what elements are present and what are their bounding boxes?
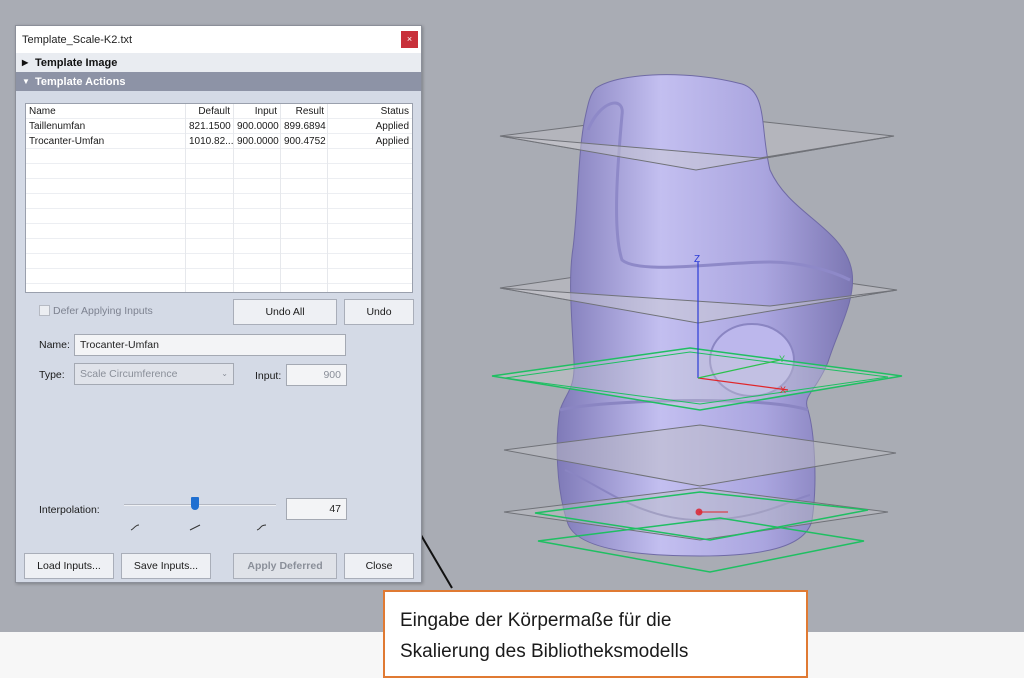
close-icon[interactable]: ×	[401, 31, 418, 48]
column-header-status[interactable]: Status	[328, 104, 412, 119]
cell-name: Taillenumfan	[26, 118, 186, 134]
name-field[interactable]: Trocanter-Umfan	[74, 334, 346, 356]
interpolation-slider[interactable]	[124, 497, 276, 513]
interpolation-curve-icons	[130, 524, 267, 531]
cell-default: 821.1500	[186, 118, 234, 134]
undo-button[interactable]: Undo	[344, 299, 414, 325]
cell-result: 899.6894	[281, 118, 328, 134]
table-empty-row	[26, 208, 412, 224]
slider-thumb[interactable]	[191, 497, 200, 510]
table-empty-row	[26, 178, 412, 194]
interpolation-field[interactable]: 47	[286, 498, 347, 520]
save-inputs-button[interactable]: Save Inputs...	[121, 553, 211, 579]
close-button[interactable]: Close	[344, 553, 414, 579]
table-empty-row	[26, 223, 412, 239]
table-header-row: Name Default Input Result Status	[26, 104, 412, 119]
table-empty-row	[26, 163, 412, 179]
template-dialog: Template_Scale-K2.txt × ▶ Template Image…	[15, 25, 422, 583]
section-template-image[interactable]: ▶ Template Image	[16, 53, 421, 72]
axis-y-label: Y	[779, 354, 785, 364]
cell-name: Trocanter-Umfan	[26, 133, 186, 149]
cell-input: 900.0000	[234, 133, 281, 149]
type-select-value: Scale Circumference	[80, 368, 178, 380]
column-header-input[interactable]: Input	[234, 104, 281, 119]
table-empty-row	[26, 148, 412, 164]
cell-input: 900.0000	[234, 118, 281, 134]
table-empty-row	[26, 253, 412, 269]
slider-track	[124, 504, 276, 506]
callout-line-1: Eingabe der Körpermaße für die	[400, 610, 672, 631]
section-template-image-label: Template Image	[35, 56, 118, 69]
axis-x-label: X	[780, 385, 786, 395]
type-select[interactable]: Scale Circumference ⌄	[74, 363, 234, 385]
dialog-titlebar[interactable]: Template_Scale-K2.txt ×	[16, 26, 421, 53]
callout-line-2: Skalierung des Bibliotheksmodells	[400, 641, 689, 662]
annotation-callout: Eingabe der Körpermaße für die Skalierun…	[383, 590, 808, 678]
axis-z-label: Z	[694, 254, 700, 265]
table-empty-row	[26, 283, 412, 292]
defer-checkbox[interactable]	[39, 305, 50, 316]
interpolation-label: Interpolation:	[39, 504, 100, 516]
table-empty-row	[26, 238, 412, 254]
name-label: Name:	[39, 339, 70, 351]
chevron-down-icon: ⌄	[221, 369, 228, 378]
section-template-actions[interactable]: ▼ Template Actions	[16, 72, 421, 91]
cell-default: 1010.82...	[186, 133, 234, 149]
cell-result: 900.4752	[281, 133, 328, 149]
column-header-default[interactable]: Default	[186, 104, 234, 119]
slice-plane-active	[491, 347, 903, 411]
cell-status: Applied	[375, 135, 409, 147]
input-label: Input:	[255, 370, 282, 382]
table-empty-row	[26, 193, 412, 209]
table-row[interactable]: Taillenumfan 821.1500 900.0000 899.6894 …	[26, 118, 412, 134]
section-template-actions-label: Template Actions	[35, 75, 126, 88]
apply-deferred-button[interactable]: Apply Deferred	[233, 553, 337, 579]
column-header-result[interactable]: Result	[281, 104, 328, 119]
type-label: Type:	[39, 369, 65, 381]
cell-status: Applied	[375, 120, 409, 132]
column-header-name[interactable]: Name	[26, 104, 186, 119]
load-inputs-button[interactable]: Load Inputs...	[24, 553, 114, 579]
dialog-title: Template_Scale-K2.txt	[22, 33, 133, 46]
table-row[interactable]: Trocanter-Umfan 1010.82... 900.0000 900.…	[26, 133, 412, 149]
collapse-arrow-icon: ▼	[22, 77, 30, 86]
input-field[interactable]: 900	[286, 364, 347, 386]
defer-label: Defer Applying Inputs	[53, 305, 153, 317]
undo-all-button[interactable]: Undo All	[233, 299, 337, 325]
expand-arrow-icon: ▶	[22, 58, 29, 67]
actions-table[interactable]: Name Default Input Result Status Taillen…	[25, 103, 413, 293]
table-empty-row	[26, 268, 412, 284]
